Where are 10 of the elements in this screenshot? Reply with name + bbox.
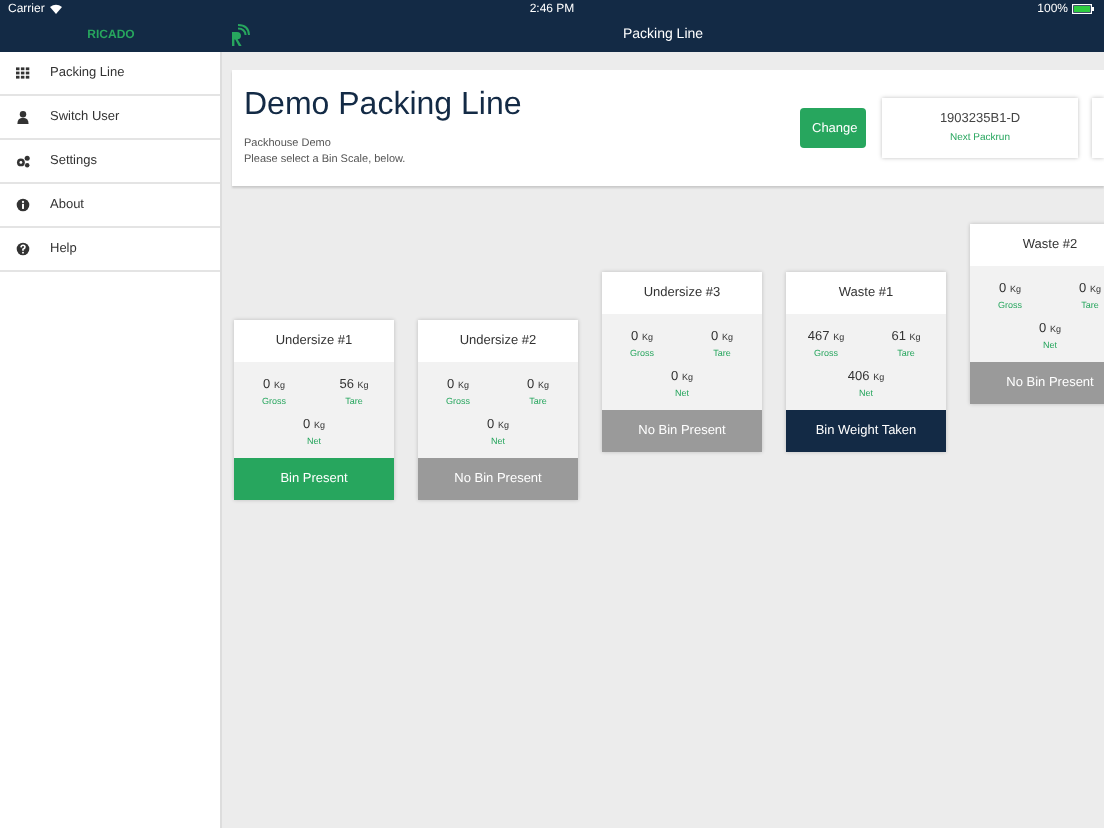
wifi-icon — [50, 4, 63, 14]
info-icon — [16, 198, 30, 212]
wifi-r-logo-icon — [230, 24, 250, 46]
grid-icon — [16, 66, 30, 80]
page-title: Demo Packing Line — [244, 88, 524, 124]
help-icon — [16, 242, 30, 256]
packrun-card[interactable] — [1092, 98, 1104, 158]
gears-icon — [16, 154, 30, 168]
user-icon — [16, 110, 30, 124]
battery-icon — [1072, 4, 1096, 14]
